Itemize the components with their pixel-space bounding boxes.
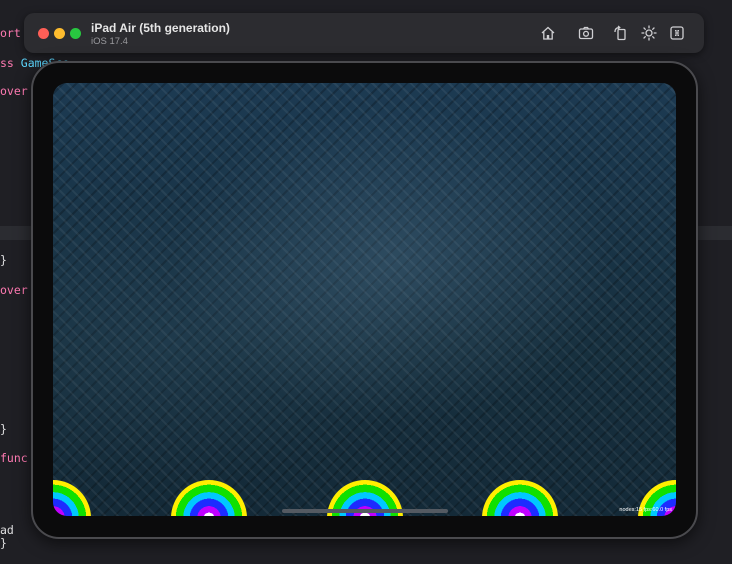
code-line: over xyxy=(0,283,28,297)
code-keyword: ss xyxy=(0,56,14,70)
code-text: ad xyxy=(0,523,14,537)
code-keyword: func xyxy=(0,451,28,465)
appearance-button[interactable] xyxy=(639,23,659,43)
device-name: iPad Air (5th generation) xyxy=(91,21,230,35)
home-icon xyxy=(541,26,555,40)
code-keyword: over xyxy=(0,283,28,297)
screenshot-button[interactable] xyxy=(576,23,596,43)
rainbow-circle[interactable] xyxy=(482,480,558,516)
code-line: } xyxy=(0,253,7,267)
screenshot-icon xyxy=(578,26,594,40)
code-text: } xyxy=(0,422,7,436)
side-button-icon xyxy=(670,26,684,40)
code-text: } xyxy=(0,536,7,550)
game-scene[interactable]: nodes:15 fps:60.0 fps xyxy=(53,83,676,516)
rotate-button[interactable] xyxy=(610,23,630,43)
code-line: ad xyxy=(0,523,14,537)
simulator-titlebar[interactable]: iPad Air (5th generation) iOS 17.4 xyxy=(24,13,704,53)
code-line: } xyxy=(0,422,7,436)
code-text: } xyxy=(0,253,7,267)
debug-stats-label: nodes:15 fps:60.0 fps xyxy=(619,507,672,513)
code-line: func xyxy=(0,451,28,465)
rotate-icon xyxy=(614,25,626,41)
side-button[interactable] xyxy=(667,23,687,43)
home-indicator[interactable] xyxy=(282,509,448,513)
close-window-button[interactable] xyxy=(38,28,49,39)
rainbow-circle[interactable] xyxy=(171,480,247,516)
zoom-window-button[interactable] xyxy=(70,28,81,39)
code-keyword: over xyxy=(0,84,28,98)
minimize-window-button[interactable] xyxy=(54,28,65,39)
code-keyword: ort xyxy=(0,26,21,40)
code-line: } xyxy=(0,536,7,550)
rainbow-circle[interactable] xyxy=(53,480,91,516)
os-version: iOS 17.4 xyxy=(91,36,128,47)
appearance-icon xyxy=(641,25,657,41)
home-button[interactable] xyxy=(538,23,558,43)
code-line: over xyxy=(0,84,28,98)
